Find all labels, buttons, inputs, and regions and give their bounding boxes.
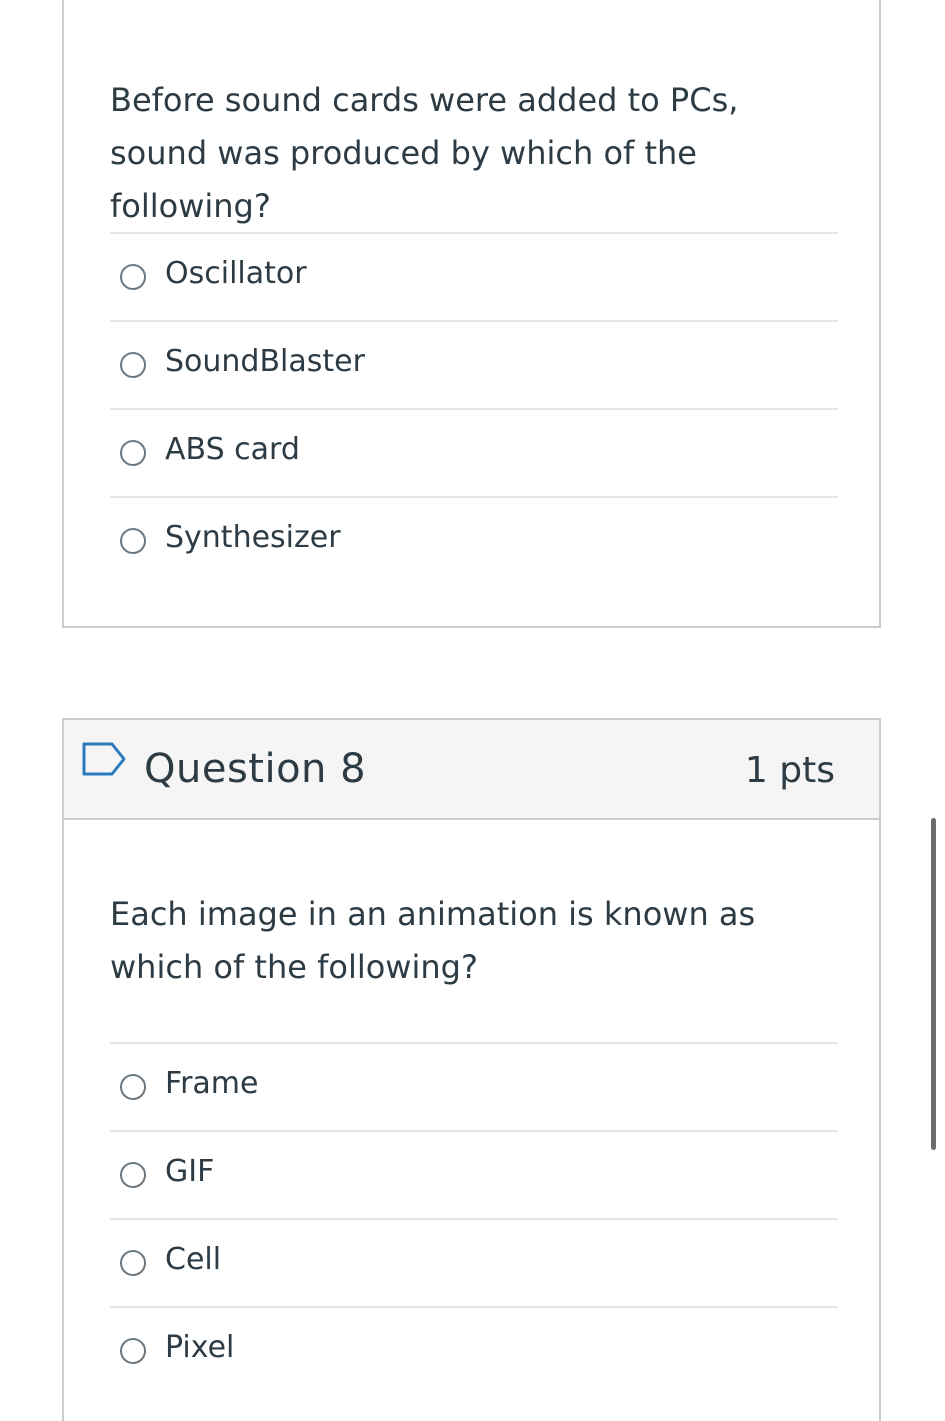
question-text: Before sound cards were added to PCs, so… <box>110 81 739 225</box>
radio-button-icon[interactable] <box>120 528 146 554</box>
flag-question-icon[interactable] <box>82 742 126 776</box>
answer-label[interactable]: GIF <box>165 1154 214 1189</box>
answer-option[interactable]: Cell <box>110 1218 838 1306</box>
answer-label[interactable]: ABS card <box>165 432 300 467</box>
answer-option[interactable]: Pixel <box>110 1306 838 1394</box>
answer-option[interactable]: ABS card <box>110 408 838 496</box>
question-card: Question 8 1 pts Each image in an animat… <box>62 718 881 1421</box>
answer-label[interactable]: Pixel <box>165 1330 234 1365</box>
answer-label[interactable]: SoundBlaster <box>165 344 365 379</box>
radio-button-icon[interactable] <box>120 1338 146 1364</box>
question-card: Before sound cards were added to PCs, so… <box>62 0 881 628</box>
question-text: Each image in an animation is known as w… <box>110 895 756 986</box>
answer-label[interactable]: Frame <box>165 1066 258 1101</box>
radio-button-icon[interactable] <box>120 1074 146 1100</box>
answer-option[interactable]: SoundBlaster <box>110 320 838 408</box>
question-points: 1 pts <box>744 750 835 791</box>
answer-list: Frame GIF Cell Pixel <box>110 1042 838 1394</box>
answer-label[interactable]: Synthesizer <box>165 520 341 555</box>
radio-button-icon[interactable] <box>120 440 146 466</box>
quiz-page: Before sound cards were added to PCs, so… <box>0 0 945 1421</box>
answer-option[interactable]: Synthesizer <box>110 496 838 584</box>
answer-label[interactable]: Cell <box>165 1242 221 1277</box>
scrollbar[interactable] <box>931 818 936 1150</box>
answer-option[interactable]: GIF <box>110 1130 838 1218</box>
question-title: Question 8 <box>144 746 367 792</box>
radio-button-icon[interactable] <box>120 1162 146 1188</box>
question-header: Question 8 1 pts <box>64 720 879 820</box>
answer-option[interactable]: Frame <box>110 1042 838 1130</box>
answer-option[interactable]: Oscillator <box>110 232 838 320</box>
radio-button-icon[interactable] <box>120 352 146 378</box>
radio-button-icon[interactable] <box>120 1250 146 1276</box>
radio-button-icon[interactable] <box>120 264 146 290</box>
answer-label[interactable]: Oscillator <box>165 256 307 291</box>
answer-list: Oscillator SoundBlaster ABS card Synthes… <box>110 232 838 584</box>
